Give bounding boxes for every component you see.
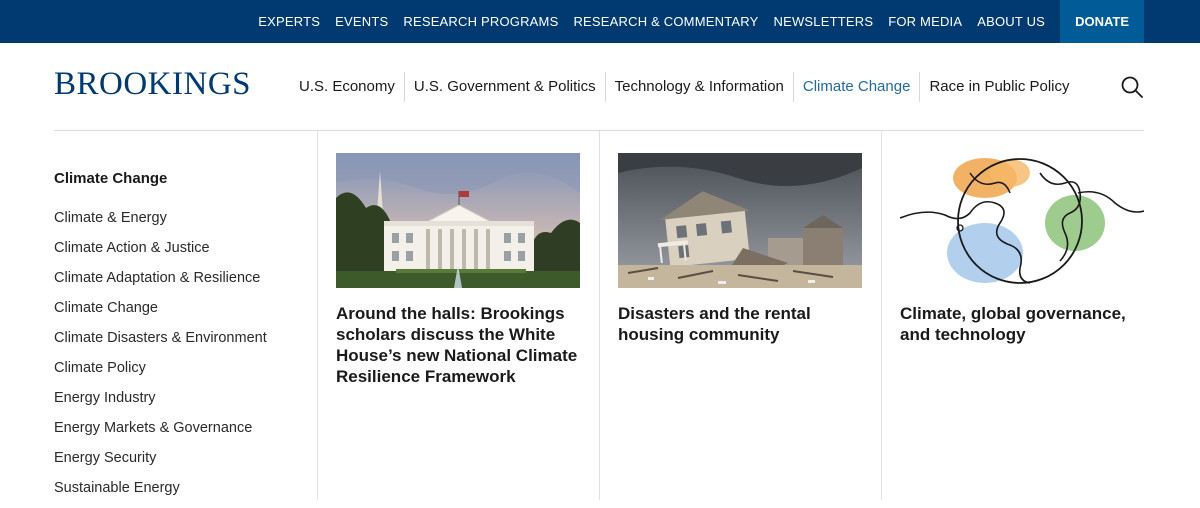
submenu-item[interactable]: Climate Change [54, 298, 267, 328]
main-nav: U.S. Economy U.S. Government & Politics … [290, 72, 1079, 102]
article-card-rental-housing[interactable]: Disasters and the rental housing communi… [618, 153, 862, 345]
article-card-white-house[interactable]: Around the halls: Brookings scholars dis… [336, 153, 580, 387]
submenu-item[interactable]: Climate & Energy [54, 208, 267, 238]
column-divider [599, 131, 600, 500]
submenu-item[interactable]: Climate Adaptation & Resilience [54, 268, 267, 298]
column-divider [881, 131, 882, 500]
nav-us-economy[interactable]: U.S. Economy [290, 72, 405, 102]
nav-technology-information[interactable]: Technology & Information [606, 72, 794, 102]
submenu-title[interactable]: Climate Change [54, 170, 167, 187]
damaged-house-photo[interactable] [618, 153, 862, 288]
submenu-item[interactable]: Climate Disasters & Environment [54, 328, 267, 358]
submenu-item[interactable]: Climate Policy [54, 358, 267, 388]
submenu-list: Climate & Energy Climate Action & Justic… [54, 208, 267, 508]
nav-events[interactable]: EVENTS [335, 14, 388, 29]
article-title[interactable]: Disasters and the rental housing communi… [618, 303, 862, 345]
nav-race-in-public-policy[interactable]: Race in Public Policy [920, 72, 1078, 102]
nav-us-government-politics[interactable]: U.S. Government & Politics [405, 72, 606, 102]
article-title[interactable]: Around the halls: Brookings scholars dis… [336, 303, 580, 387]
nav-about-us[interactable]: ABOUT US [977, 14, 1045, 29]
submenu-item[interactable]: Climate Action & Justice [54, 238, 267, 268]
article-title[interactable]: Climate, global governance, and technolo… [900, 303, 1144, 345]
submenu-item[interactable]: Energy Industry [54, 388, 267, 418]
search-icon[interactable] [1120, 75, 1144, 99]
nav-research-programs[interactable]: RESEARCH PROGRAMS [403, 14, 558, 29]
brookings-logo[interactable]: BROOKINGS [54, 66, 251, 103]
nav-climate-change[interactable]: Climate Change [794, 72, 921, 102]
column-divider [317, 131, 318, 500]
donate-button[interactable]: DONATE [1060, 0, 1144, 43]
nav-for-media[interactable]: FOR MEDIA [888, 14, 962, 29]
nav-newsletters[interactable]: NEWSLETTERS [773, 14, 873, 29]
top-utility-bar: EXPERTS EVENTS RESEARCH PROGRAMS RESEARC… [0, 0, 1200, 43]
white-house-photo[interactable] [336, 153, 580, 288]
nav-research-commentary[interactable]: RESEARCH & COMMENTARY [573, 14, 758, 29]
submenu-item[interactable]: Energy Security [54, 448, 267, 478]
submenu-item[interactable]: Sustainable Energy [54, 478, 267, 508]
submenu-item[interactable]: Energy Markets & Governance [54, 418, 267, 448]
article-card-global-governance[interactable]: Climate, global governance, and technolo… [900, 153, 1144, 345]
nav-experts[interactable]: EXPERTS [258, 14, 320, 29]
utility-nav: EXPERTS EVENTS RESEARCH PROGRAMS RESEARC… [243, 0, 1144, 43]
globe-line-illustration[interactable] [900, 153, 1144, 288]
